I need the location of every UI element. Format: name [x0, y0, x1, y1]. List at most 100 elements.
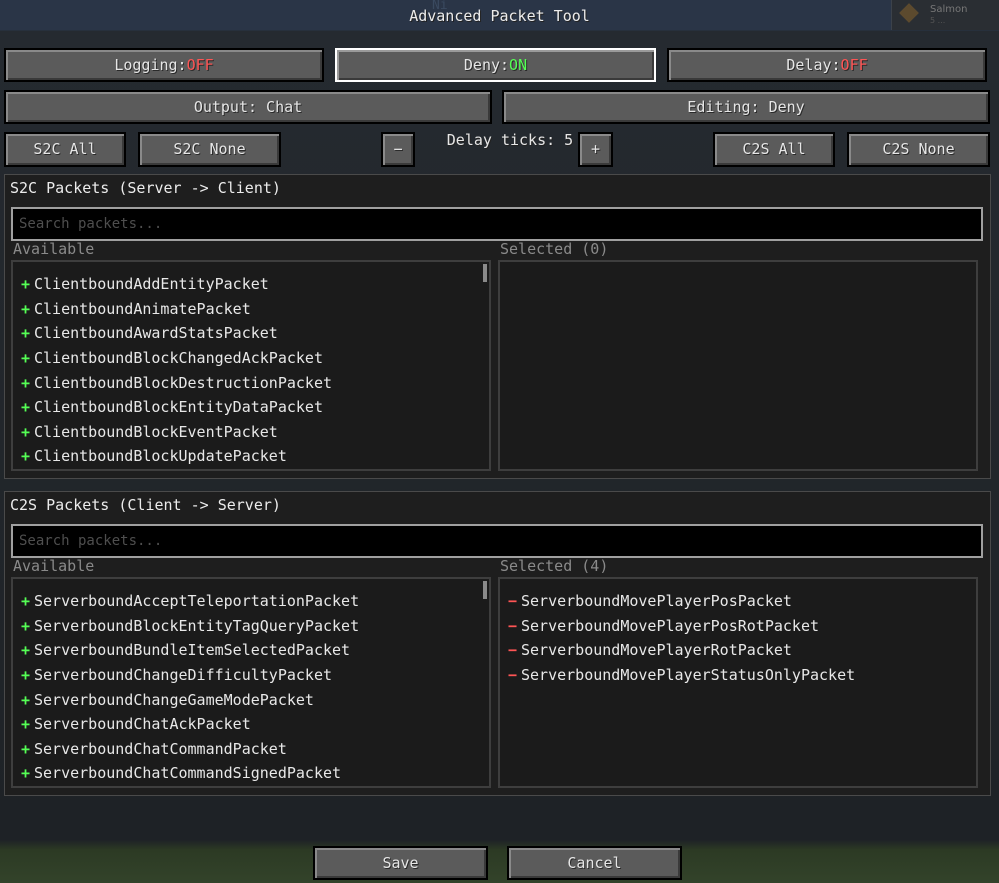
packet-name: ServerboundMovePlayerPosRotPacket — [521, 616, 820, 635]
editing-mode-button[interactable]: Editing: Deny — [502, 90, 990, 124]
remove-icon: − — [507, 666, 518, 685]
available-packet-item[interactable]: + ClientboundBlockEntityDataPacket — [13, 395, 489, 420]
save-label: Save — [382, 853, 419, 872]
available-packet-item[interactable]: + ServerboundAcceptTeleportationPacket — [13, 589, 489, 614]
add-icon: + — [20, 715, 31, 734]
c2s-selected-label: Selected (4) — [500, 557, 609, 575]
delay-toggle-button[interactable]: Delay: OFF — [667, 48, 987, 82]
available-packet-item[interactable]: + ClientboundAnimatePacket — [13, 297, 489, 322]
packet-name: ServerboundMovePlayerRotPacket — [521, 641, 792, 660]
packet-name: ClientboundAddEntityPacket — [34, 275, 269, 294]
packet-name: ServerboundChatAckPacket — [34, 715, 251, 734]
c2s-search-box[interactable] — [11, 524, 983, 558]
add-icon: + — [20, 764, 31, 783]
plus-icon: + — [590, 140, 601, 158]
c2s-all-button[interactable]: C2S All — [713, 132, 835, 167]
c2s-available-scrollbar[interactable] — [483, 581, 487, 599]
remove-icon: − — [507, 641, 518, 660]
packet-name: ServerboundChangeDifficultyPacket — [34, 666, 333, 685]
cancel-button[interactable]: Cancel — [507, 846, 682, 880]
s2c-all-button[interactable]: S2C All — [4, 132, 126, 167]
c2s-selected-list[interactable]: − ServerboundMovePlayerPosPacket − Serverbo… — [498, 577, 978, 788]
add-icon: + — [20, 592, 31, 611]
available-packet-item[interactable]: + ServerboundChatCommandPacket — [13, 737, 489, 762]
s2c-section-title: S2C Packets (Server -> Client) — [10, 179, 281, 197]
packet-name: ClientboundBlockEntityDataPacket — [34, 398, 323, 417]
s2c-none-label: S2C None — [173, 140, 246, 158]
packet-name: ServerboundBundleItemSelectedPacket — [34, 641, 351, 660]
c2s-available-list[interactable]: + ServerboundAcceptTeleportationPacket + Se… — [11, 577, 491, 788]
s2c-none-button[interactable]: S2C None — [138, 132, 281, 167]
remove-icon: − — [507, 592, 518, 611]
add-icon: + — [20, 666, 31, 685]
available-packet-item[interactable]: + ServerboundChangeDifficultyPacket — [13, 663, 489, 688]
available-packet-item[interactable]: + ClientboundBlockEventPacket — [13, 420, 489, 445]
add-icon: + — [20, 422, 31, 441]
increase-delay-button[interactable]: + — [578, 132, 613, 167]
c2s-none-label: C2S None — [882, 140, 955, 158]
packet-name: ServerboundChatCommandPacket — [34, 739, 287, 758]
c2s-all-label: C2S All — [742, 140, 806, 158]
available-packet-item[interactable]: + ClientboundBlockDestructionPacket — [13, 370, 489, 395]
packet-name: ClientboundBlockChangedAckPacket — [34, 349, 323, 368]
c2s-section-title: C2S Packets (Client -> Server) — [10, 496, 281, 514]
packet-name: ClientboundBlockEventPacket — [34, 422, 278, 441]
selected-packet-item[interactable]: − ServerboundMovePlayerStatusOnlyPacket — [500, 663, 976, 688]
available-packet-item[interactable]: + ServerboundChatCommandSignedPacket — [13, 761, 489, 786]
available-packet-item[interactable]: + ClientboundBlockUpdatePacket — [13, 444, 489, 469]
available-packet-item[interactable]: + ClientboundAwardStatsPacket — [13, 321, 489, 346]
s2c-search-box[interactable] — [11, 207, 983, 241]
s2c-available-list[interactable]: + ClientboundAddEntityPacket + ClientboundA… — [11, 260, 491, 471]
deny-state: ON — [509, 55, 528, 74]
available-packet-item[interactable]: + ServerboundBlockEntityTagQueryPacket — [13, 614, 489, 639]
selected-packet-item[interactable]: − ServerboundMovePlayerPosRotPacket — [500, 614, 976, 639]
s2c-search-input[interactable] — [13, 209, 981, 239]
logging-state: OFF — [186, 55, 214, 74]
c2s-available-label: Available — [13, 557, 95, 575]
remove-icon: − — [507, 616, 518, 635]
save-button[interactable]: Save — [313, 846, 488, 880]
packet-name: ServerboundMovePlayerPosPacket — [521, 592, 792, 611]
s2c-selected-label: Selected (0) — [500, 240, 609, 258]
output-mode-button[interactable]: Output: Chat — [4, 90, 492, 124]
packet-name: ClientboundBlockUpdatePacket — [34, 447, 287, 466]
c2s-search-input[interactable] — [13, 526, 981, 556]
selected-packet-item[interactable]: − ServerboundMovePlayerPosPacket — [500, 589, 976, 614]
packet-name: ServerboundBlockEntityTagQueryPacket — [34, 616, 360, 635]
delay-label: Delay: — [786, 55, 841, 74]
delay-ticks-label: Delay ticks: 5 — [446, 131, 574, 149]
editing-mode-label: Editing: Deny — [687, 97, 805, 116]
logging-label: Logging: — [114, 55, 187, 74]
available-packet-item[interactable]: + ClientboundAddEntityPacket — [13, 272, 489, 297]
add-icon: + — [20, 739, 31, 758]
decrease-delay-button[interactable]: − — [381, 132, 415, 167]
add-icon: + — [20, 690, 31, 709]
window-title: Advanced Packet Tool — [409, 7, 590, 25]
s2c-available-label: Available — [13, 240, 95, 258]
available-packet-item[interactable]: + ServerboundChangeGameModePacket — [13, 687, 489, 712]
available-packet-item[interactable]: + ServerboundChatAckPacket — [13, 712, 489, 737]
s2c-selected-list[interactable] — [498, 260, 978, 471]
packet-name: ServerboundMovePlayerStatusOnlyPacket — [521, 666, 856, 685]
s2c-available-scrollbar[interactable] — [483, 264, 487, 282]
add-icon: + — [20, 373, 31, 392]
c2s-none-button[interactable]: C2S None — [847, 132, 990, 167]
add-icon: + — [20, 398, 31, 417]
add-icon: + — [20, 447, 31, 466]
available-packet-item[interactable]: + ClientboundBlockChangedAckPacket — [13, 346, 489, 371]
packet-name: ClientboundAwardStatsPacket — [34, 324, 278, 343]
add-icon: + — [20, 616, 31, 635]
add-icon: + — [20, 349, 31, 368]
add-icon: + — [20, 324, 31, 343]
add-icon: + — [20, 299, 31, 318]
selected-packet-item[interactable]: − ServerboundMovePlayerRotPacket — [500, 638, 976, 663]
s2c-section: S2C Packets (Server -> Client) Available… — [4, 174, 991, 479]
s2c-all-label: S2C All — [33, 140, 97, 158]
packet-name: ServerboundChatCommandSignedPacket — [34, 764, 342, 783]
add-icon: + — [20, 275, 31, 294]
logging-toggle-button[interactable]: Logging: OFF — [4, 48, 324, 82]
available-packet-item[interactable]: + ServerboundBundleItemSelectedPacket — [13, 638, 489, 663]
delay-state: OFF — [840, 55, 868, 74]
packet-name: ClientboundBlockDestructionPacket — [34, 373, 333, 392]
deny-toggle-button[interactable]: Deny: ON — [335, 48, 656, 82]
